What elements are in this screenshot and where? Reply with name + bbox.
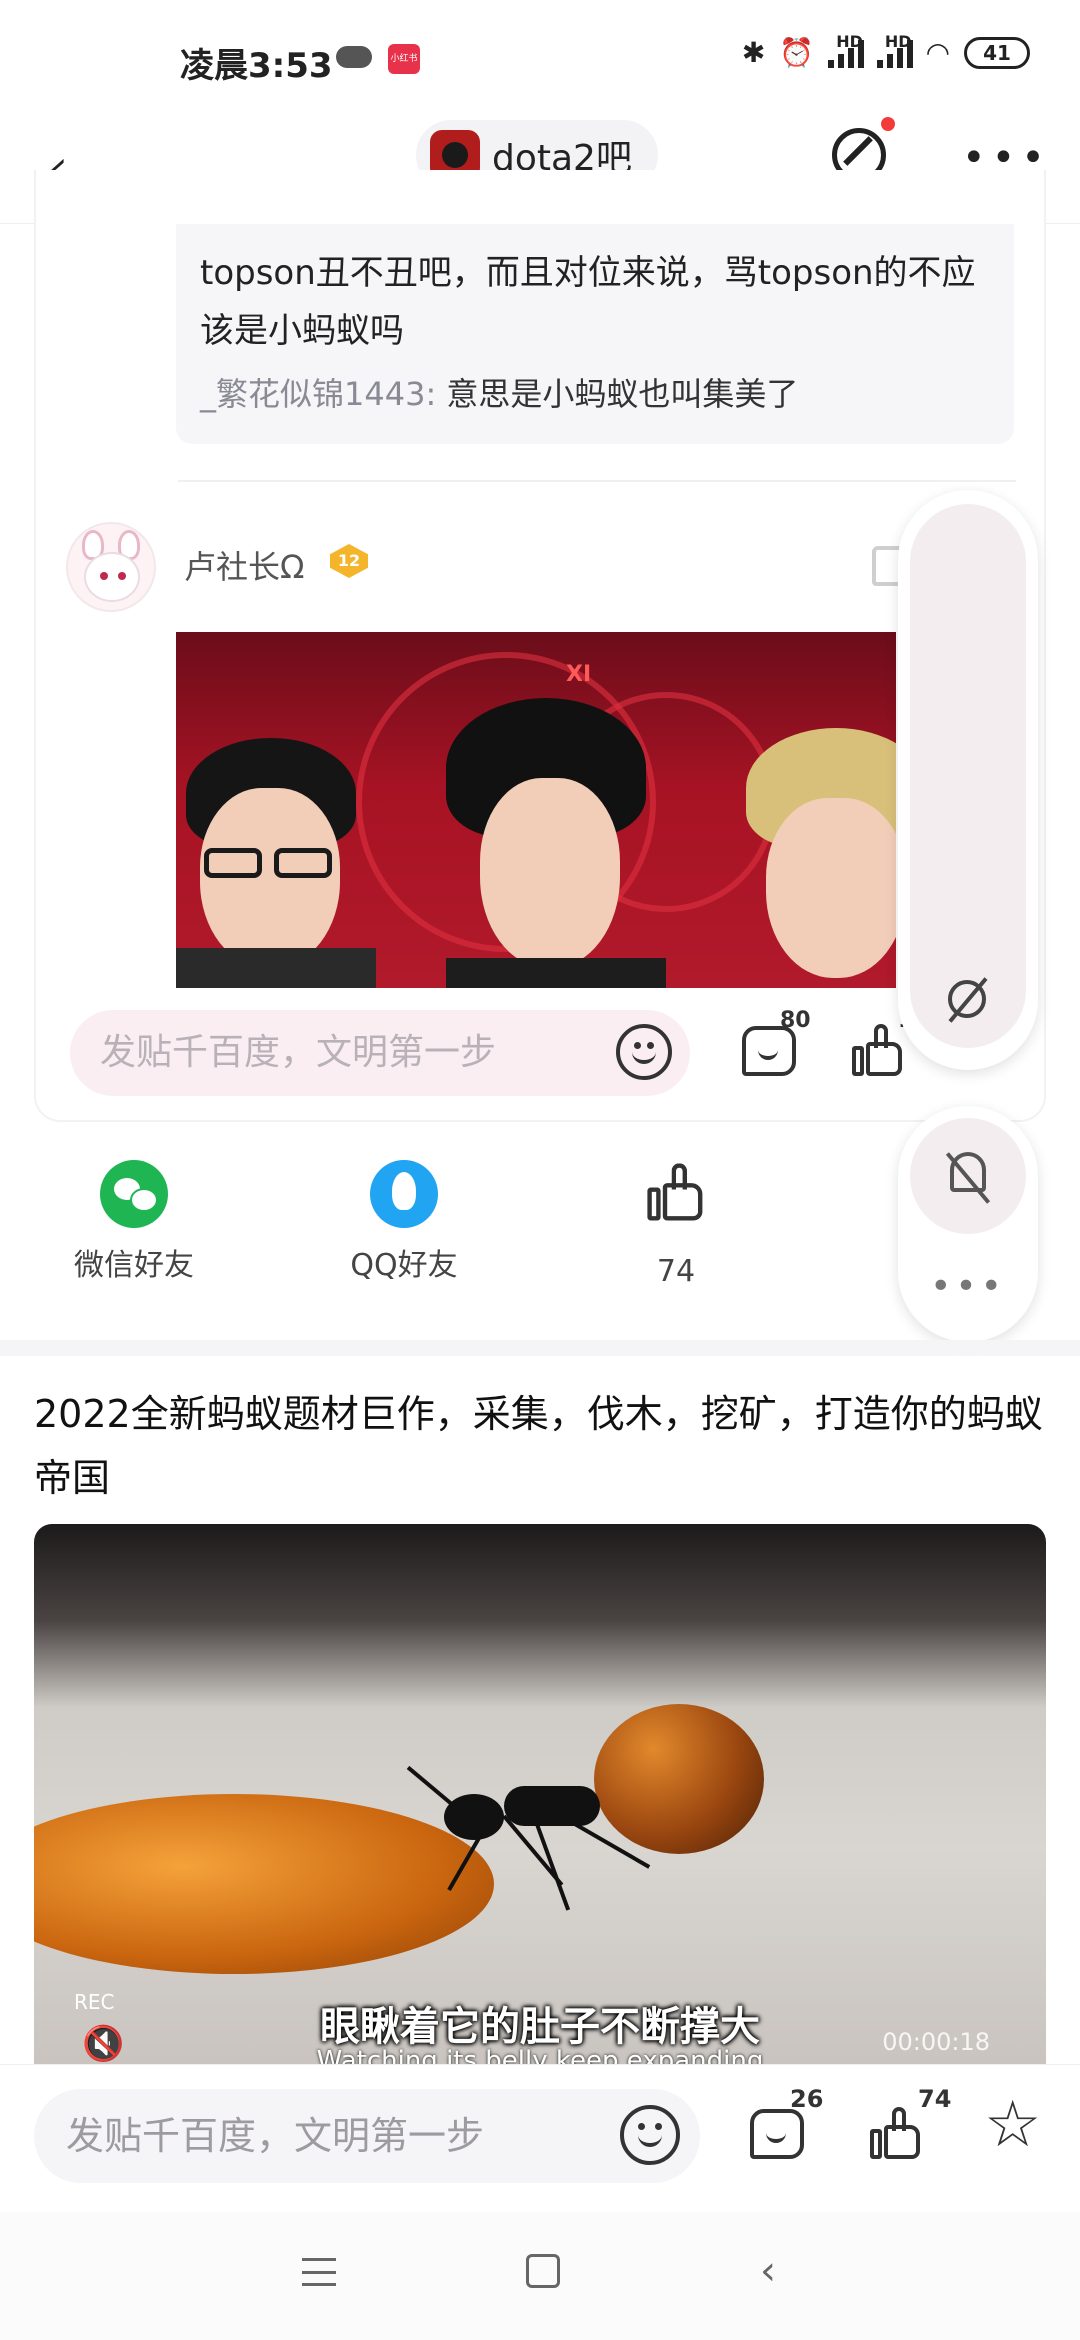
wechat-label: 微信好友	[74, 1248, 194, 1283]
reply-box[interactable]: topson丑不丑吧，而且对位来说，骂topson的不应该是小蚂蚁吗 _繁花似锦…	[176, 224, 1014, 444]
floating-notification-panel[interactable]: •••	[898, 1106, 1038, 1342]
avatar[interactable]	[66, 522, 156, 612]
sub-reply-text: 意思是小蚂蚁也叫集美了	[446, 375, 799, 413]
qq-label: QQ好友	[350, 1248, 458, 1283]
image-logo-text: XI	[566, 662, 592, 687]
notification-dot	[881, 117, 895, 131]
video-subtitle-en: Watching its belly keep expanding	[316, 2046, 764, 2064]
cloud-icon	[336, 46, 372, 68]
comment-card: topson丑不丑吧，而且对位来说，骂topson的不应该是小蚂蚁吗 _繁花似锦…	[34, 170, 1046, 1122]
bottom-reply-bar: 发贴千百度，文明第一步 26 74 ☆	[0, 2064, 1080, 2212]
inner-post-input[interactable]: 发贴千百度，文明第一步	[70, 1010, 690, 1096]
mute-bell-button[interactable]	[910, 1118, 1026, 1234]
ad-video[interactable]: REC 🔇 00:00:18 眼瞅着它的肚子不断撑大 Watching its …	[34, 1524, 1046, 2064]
ad-title[interactable]: 2022全新蚂蚁题材巨作，采集，伐木，挖矿，打造你的蚂蚁帝国	[34, 1382, 1046, 1510]
sub-reply: _繁花似锦1443: 意思是小蚂蚁也叫集美了	[200, 366, 990, 422]
emoji-icon[interactable]	[620, 2105, 680, 2165]
music-card[interactable]	[910, 504, 1026, 1048]
status-icons: ✱ ⏰ HD HD ◠ 41	[741, 32, 1030, 69]
section-separator	[0, 1340, 1080, 1356]
bluetooth-icon: ✱	[741, 36, 766, 69]
comment-icon[interactable]	[750, 2109, 804, 2159]
wechat-icon	[100, 1160, 168, 1228]
level-badge: 12	[330, 544, 368, 578]
ant-abdomen	[594, 1704, 764, 1854]
more-dots-icon[interactable]: •••	[898, 1266, 1038, 1307]
share-like-count: 74	[656, 1254, 696, 1289]
inner-comment-count: 80	[780, 1008, 811, 1033]
system-back-icon[interactable]: ‹	[760, 2248, 776, 2294]
share-wechat-button[interactable]: 微信好友	[34, 1160, 234, 1284]
video-subtitle: 眼瞅着它的肚子不断撑大	[320, 2004, 760, 2050]
qq-icon	[370, 1160, 438, 1228]
bell-off-icon	[950, 1152, 986, 1192]
bottom-like-count: 74	[918, 2085, 952, 2113]
divider	[178, 480, 1016, 482]
floating-music-panel[interactable]	[898, 490, 1038, 1070]
inner-reply-bar: 发贴千百度，文明第一步 80 1	[36, 990, 1044, 1120]
post-input[interactable]: 发贴千百度，文明第一步	[34, 2089, 700, 2183]
more-options-icon[interactable]: •••	[962, 138, 1051, 178]
home-icon[interactable]	[526, 2254, 560, 2288]
status-time: 凌晨3:53	[180, 46, 333, 86]
reply-text: topson丑不丑吧，而且对位来说，骂topson的不应该是小蚂蚁吗	[200, 253, 976, 351]
share-qq-button[interactable]: QQ好友	[304, 1160, 504, 1284]
status-bar: 凌晨3:53 小红书 ✱ ⏰ HD HD ◠ 41	[0, 0, 1080, 120]
battery-indicator: 41	[964, 36, 1030, 69]
red-app-notification-icon: 小红书	[388, 44, 420, 74]
bottom-comment-count: 26	[790, 2085, 824, 2113]
alarm-icon: ⏰	[779, 36, 815, 69]
recent-apps-icon[interactable]	[302, 2258, 336, 2286]
username[interactable]: 卢社长Ω	[184, 542, 304, 588]
thumbs-up-icon[interactable]	[852, 1024, 904, 1078]
emoji-icon[interactable]	[616, 1024, 672, 1080]
sub-reply-author[interactable]: _繁花似锦1443:	[200, 375, 436, 413]
signal-icon-2	[876, 38, 917, 68]
wifi-icon: ◠	[925, 36, 950, 69]
star-icon[interactable]: ☆	[984, 2093, 1041, 2157]
system-nav-bar: ‹	[0, 2212, 1080, 2340]
thumbs-up-icon	[647, 1163, 704, 1222]
honey-puddle	[34, 1794, 494, 1974]
comment-image[interactable]: XI	[176, 632, 896, 988]
comment-icon[interactable]	[742, 1026, 796, 1076]
thumbs-up-icon[interactable]	[870, 2107, 922, 2161]
signal-icon-1	[828, 38, 868, 68]
share-like-button[interactable]: 74	[576, 1160, 776, 1289]
page: 凌晨3:53 小红书 ✱ ⏰ HD HD ◠ 41 ‹ dota2吧	[0, 0, 1080, 2340]
